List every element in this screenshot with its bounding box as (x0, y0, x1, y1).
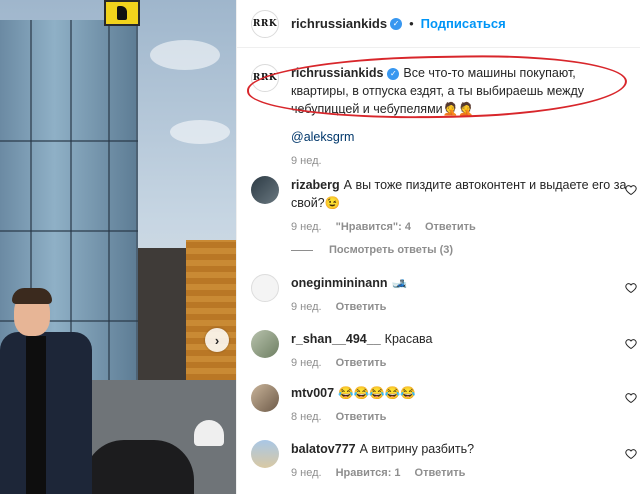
comment-item: mtv007 😂😂😂😂😂 8 нед. Ответить (251, 384, 637, 426)
comment-item: r_shan__494__ Красава 9 нед. Ответить (251, 330, 637, 372)
verified-icon: ✓ (387, 67, 400, 80)
comment-time: 9 нед. (291, 467, 322, 479)
comment-text: 🎿 (391, 276, 408, 290)
like-heart-icon[interactable] (625, 392, 637, 404)
commenter-avatar[interactable] (251, 330, 279, 358)
comment-username[interactable]: oneginmininann (291, 276, 388, 290)
author-avatar[interactable]: RRK (251, 9, 279, 38)
caption-time: 9 нед. (291, 155, 322, 167)
dark-wall (138, 248, 186, 380)
comment-username[interactable]: rizaberg (291, 178, 340, 192)
author-username[interactable]: richrussiankids (291, 16, 387, 31)
comment-item: oneginmininann 🎿 9 нед. Ответить (251, 274, 637, 316)
mention-link[interactable]: @aleksgrm (291, 128, 631, 146)
like-heart-icon[interactable] (625, 448, 637, 460)
man-figure (0, 288, 92, 494)
comment-text: А вы тоже пиздите автоконтент и выдаете … (291, 178, 627, 210)
reply-button[interactable]: Ответить (415, 464, 466, 482)
author-avatar-text: RRK (252, 73, 278, 83)
reply-button[interactable]: Ответить (336, 408, 387, 426)
like-heart-icon[interactable] (625, 338, 637, 350)
post-panel: RRK richrussiankids ✓ • Подписаться RRK … (236, 0, 640, 494)
comment-username[interactable]: balatov777 (291, 442, 356, 456)
bollard (194, 420, 224, 446)
like-heart-icon[interactable] (625, 184, 637, 196)
commenter-avatar[interactable] (251, 176, 279, 204)
comment-text: Красава (384, 332, 433, 346)
comment-text: А витрину разбить? (359, 442, 475, 456)
ferrari-logo (104, 0, 140, 26)
author-avatar[interactable]: RRK (251, 64, 279, 92)
reply-button[interactable]: Ответить (336, 298, 387, 316)
post-caption: RRK richrussiankids ✓ Все что-то машины по… (251, 64, 631, 170)
separator-dot: • (409, 16, 414, 31)
verified-icon: ✓ (390, 17, 403, 30)
view-replies-label: Посмотреть ответы (3) (329, 244, 454, 256)
view-replies-button[interactable]: Посмотреть ответы (3) (291, 244, 453, 256)
wood-wall (186, 240, 236, 380)
cloud (150, 40, 220, 70)
cloud (170, 120, 230, 144)
comment-time: 9 нед. (291, 221, 322, 233)
commenter-avatar[interactable] (251, 440, 279, 468)
car (84, 440, 194, 494)
comment-text: 😂😂😂😂😂 (338, 386, 416, 400)
follow-button[interactable]: Подписаться (421, 16, 506, 31)
reply-button[interactable]: Ответить (425, 218, 476, 236)
comment-time: 9 нед. (291, 357, 322, 369)
comment-time: 9 нед. (291, 301, 322, 313)
post-photo: › (0, 0, 236, 494)
comment-username[interactable]: mtv007 (291, 386, 334, 400)
comment-item: rizaberg А вы тоже пиздите автоконтент и … (251, 176, 637, 236)
carousel-next-button[interactable]: › (205, 328, 229, 352)
comment-time: 8 нед. (291, 411, 322, 423)
comment-likes[interactable]: "Нравится": 4 (336, 218, 411, 236)
reply-button[interactable]: Ответить (336, 354, 387, 372)
like-heart-icon[interactable] (625, 282, 637, 294)
comment-username[interactable]: r_shan__494__ (291, 332, 381, 346)
comment-likes[interactable]: Нравится: 1 (336, 464, 401, 482)
comment-item: balatov777 А витрину разбить? 9 нед. Нрав… (251, 440, 637, 482)
commenter-avatar[interactable] (251, 274, 279, 302)
commenter-avatar[interactable] (251, 384, 279, 412)
post-header: RRK richrussiankids ✓ • Подписаться (237, 0, 640, 48)
caption-username[interactable]: richrussiankids (291, 66, 383, 80)
replies-line (291, 249, 313, 251)
